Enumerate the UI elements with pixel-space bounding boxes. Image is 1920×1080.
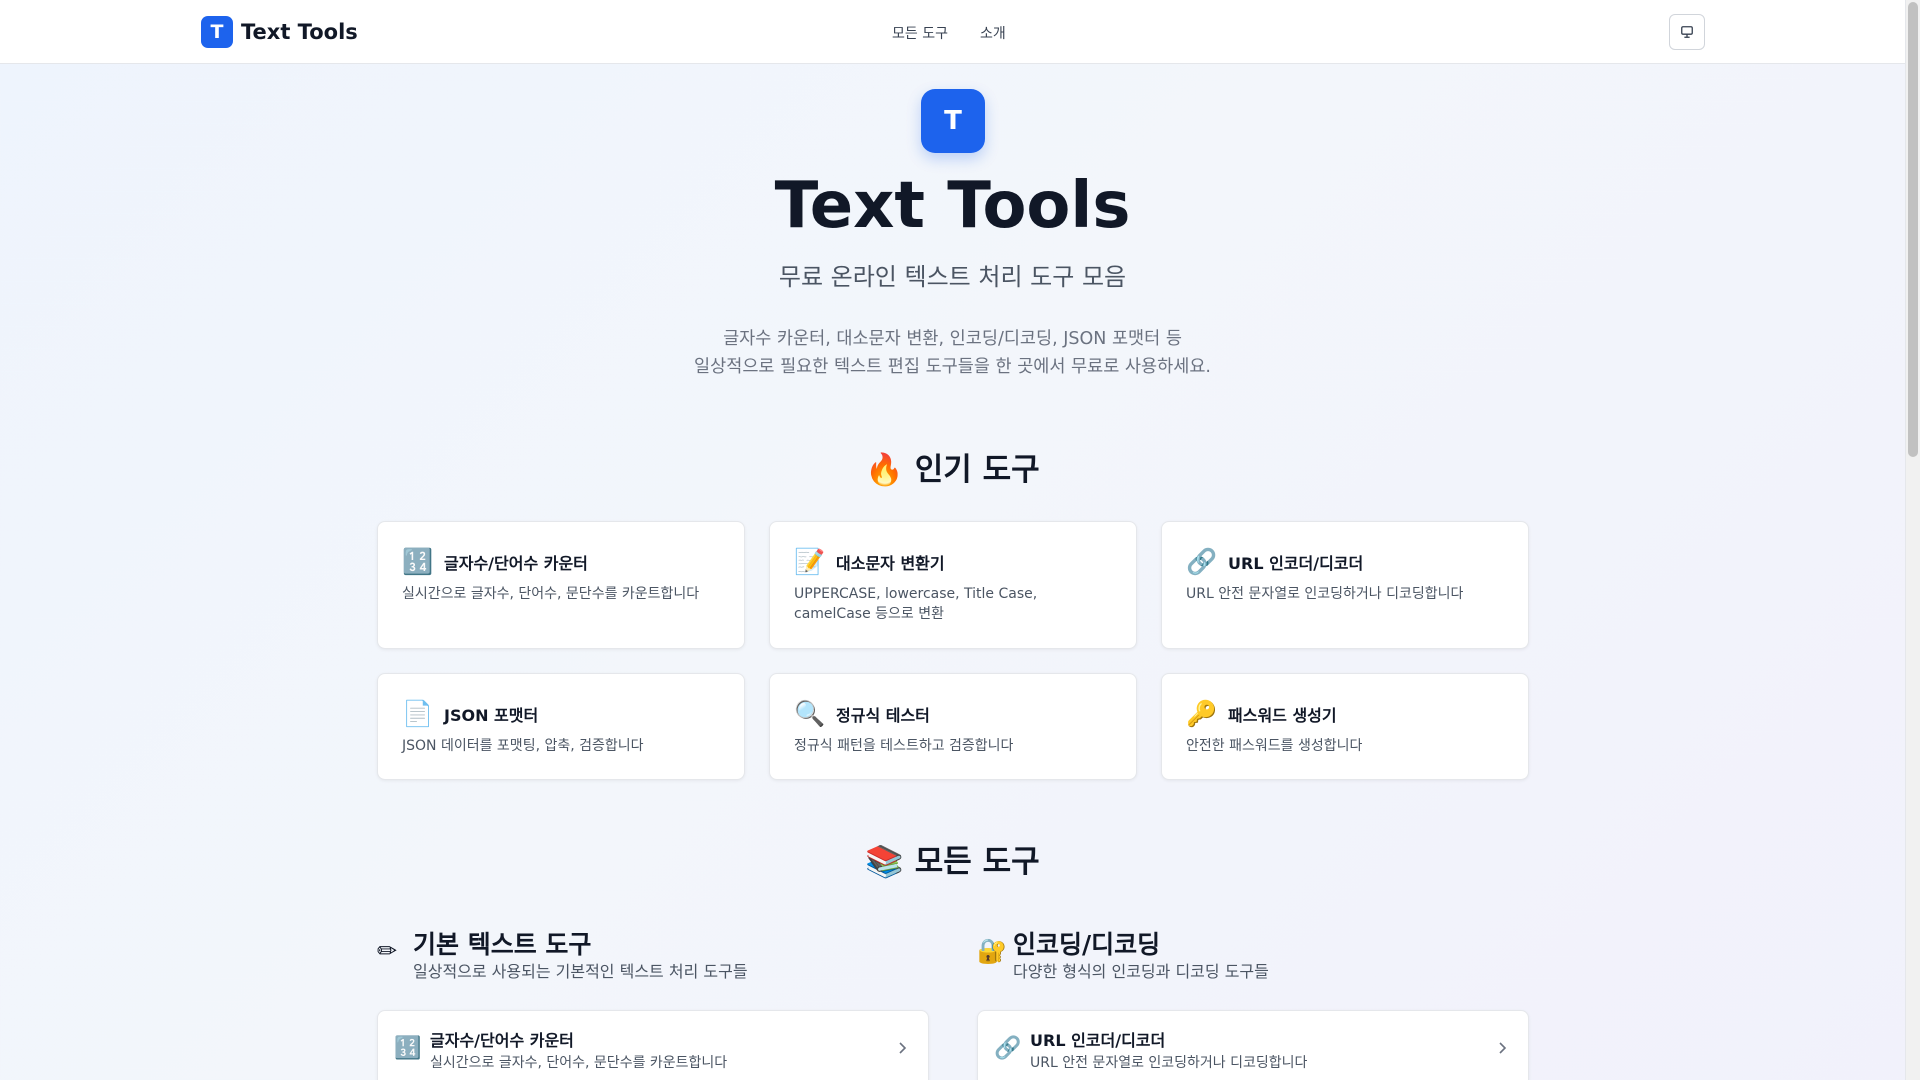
list-item-url-encoder[interactable]: 🔗 URL 인코더/디코더 URL 안전 문자열로 인코딩하거나 디코딩합니다 xyxy=(977,1010,1529,1080)
lock-icon: 🔐 xyxy=(977,937,1007,965)
main-nav: 모든 도구 소개 xyxy=(892,23,1006,43)
tool-card-char-counter[interactable]: 🔢 글자수/단어수 카운터 실시간으로 글자수, 단어수, 문단수를 카운트합니… xyxy=(377,521,745,649)
list-item-description: URL 안전 문자열로 인코딩하거나 디코딩합니다 xyxy=(1030,1055,1308,1071)
all-tools-section-title: 📚 모든 도구 xyxy=(0,842,1905,882)
nav-all-tools[interactable]: 모든 도구 xyxy=(892,23,948,43)
card-description: JSON 데이터를 포맷팅, 압축, 검증합니다 xyxy=(402,738,644,754)
document-icon: 📄 xyxy=(402,699,434,728)
category-title: 인코딩/디코딩 xyxy=(1013,930,1161,959)
hero-description: 글자수 카운터, 대소문자 변환, 인코딩/디코딩, JSON 포맷터 등 일상… xyxy=(0,325,1905,381)
chevron-right-icon xyxy=(1499,1042,1507,1054)
hero-description-line1: 글자수 카운터, 대소문자 변환, 인코딩/디코딩, JSON 포맷터 등 xyxy=(723,329,1182,349)
theme-toggle-button[interactable] xyxy=(1669,14,1705,50)
link-icon: 🔗 xyxy=(1186,547,1218,576)
category-description: 일상적으로 사용되는 기본적인 텍스트 처리 도구들 xyxy=(413,962,748,981)
tool-card-password-generator[interactable]: 🔑 패스워드 생성기 안전한 패스워드를 생성합니다 xyxy=(1161,673,1529,780)
scrollbar-thumb[interactable] xyxy=(1908,2,1918,457)
tool-card-json-formatter[interactable]: 📄 JSON 포맷터 JSON 데이터를 포맷팅, 압축, 검증합니다 xyxy=(377,673,745,780)
numbers-icon: 🔢 xyxy=(394,1036,422,1061)
card-description: URL 안전 문자열로 인코딩하거나 디코딩합니다 xyxy=(1186,586,1464,602)
brand-logo: T xyxy=(201,16,233,48)
card-title: 패스워드 생성기 xyxy=(1228,706,1337,725)
top-header: T Text Tools 모든 도구 소개 xyxy=(0,0,1905,64)
hero-description-line2: 일상적으로 필요한 텍스트 편집 도구들을 한 곳에서 무료로 사용하세요. xyxy=(694,357,1211,377)
popular-section-label: 인기 도구 xyxy=(914,452,1040,488)
list-item-char-counter[interactable]: 🔢 글자수/단어수 카운터 실시간으로 글자수, 단어수, 문단수를 카운트합니… xyxy=(377,1010,929,1080)
popular-section-title: 🔥 인기 도구 xyxy=(0,450,1905,490)
card-title: 대소문자 변환기 xyxy=(836,554,945,573)
magnifier-icon: 🔍 xyxy=(794,699,826,728)
card-title: URL 인코더/디코더 xyxy=(1228,554,1364,573)
memo-icon: 📝 xyxy=(794,547,826,576)
tool-card-url-encoder[interactable]: 🔗 URL 인코더/디코더 URL 안전 문자열로 인코딩하거나 디코딩합니다 xyxy=(1161,521,1529,649)
nav-about[interactable]: 소개 xyxy=(980,23,1006,43)
chevron-right-icon xyxy=(899,1042,907,1054)
category-header-encoding: 🔐 인코딩/디코딩 다양한 형식의 인코딩과 디코딩 도구들 xyxy=(977,929,1269,983)
list-item-title: URL 인코더/디코더 xyxy=(1030,1031,1166,1050)
hero-logo: T xyxy=(921,89,985,153)
all-tools-section-label: 모든 도구 xyxy=(914,844,1040,880)
card-description: 정규식 패턴을 테스트하고 검증합니다 xyxy=(794,738,1014,754)
monitor-icon xyxy=(1681,26,1693,38)
brand-link[interactable]: T Text Tools xyxy=(201,16,358,48)
card-description: 안전한 패스워드를 생성합니다 xyxy=(1186,738,1363,754)
key-icon: 🔑 xyxy=(1186,699,1218,728)
category-title: 기본 텍스트 도구 xyxy=(413,930,592,959)
category-header-basic: ✏ 기본 텍스트 도구 일상적으로 사용되는 기본적인 텍스트 처리 도구들 xyxy=(377,929,748,983)
card-title: 정규식 테스터 xyxy=(836,706,930,725)
page-title: Text Tools xyxy=(774,169,1131,243)
link-icon: 🔗 xyxy=(994,1036,1022,1061)
category-description: 다양한 형식의 인코딩과 디코딩 도구들 xyxy=(1013,962,1269,981)
numbers-icon: 🔢 xyxy=(402,547,434,576)
list-item-description: 실시간으로 글자수, 단어수, 문단수를 카운트합니다 xyxy=(430,1055,728,1071)
card-description: 실시간으로 글자수, 단어수, 문단수를 카운트합니다 xyxy=(402,586,700,602)
card-title: 글자수/단어수 카운터 xyxy=(444,554,588,573)
brand-name: Text Tools xyxy=(241,20,358,44)
fire-icon: 🔥 xyxy=(865,452,904,488)
tool-card-case-converter[interactable]: 📝 대소문자 변환기 UPPERCASE, lowercase, Title C… xyxy=(769,521,1137,649)
tool-card-regex-tester[interactable]: 🔍 정규식 테스터 정규식 패턴을 테스트하고 검증합니다 xyxy=(769,673,1137,780)
list-item-title: 글자수/단어수 카운터 xyxy=(430,1031,574,1050)
books-icon: 📚 xyxy=(865,844,904,880)
pencil-icon: ✏ xyxy=(377,937,398,965)
card-title: JSON 포맷터 xyxy=(444,706,539,725)
page-scrollbar[interactable] xyxy=(1905,0,1920,1080)
card-description: UPPERCASE, lowercase, Title Case, camelC… xyxy=(794,586,1038,622)
hero-subtitle: 무료 온라인 텍스트 처리 도구 모음 xyxy=(778,263,1127,291)
